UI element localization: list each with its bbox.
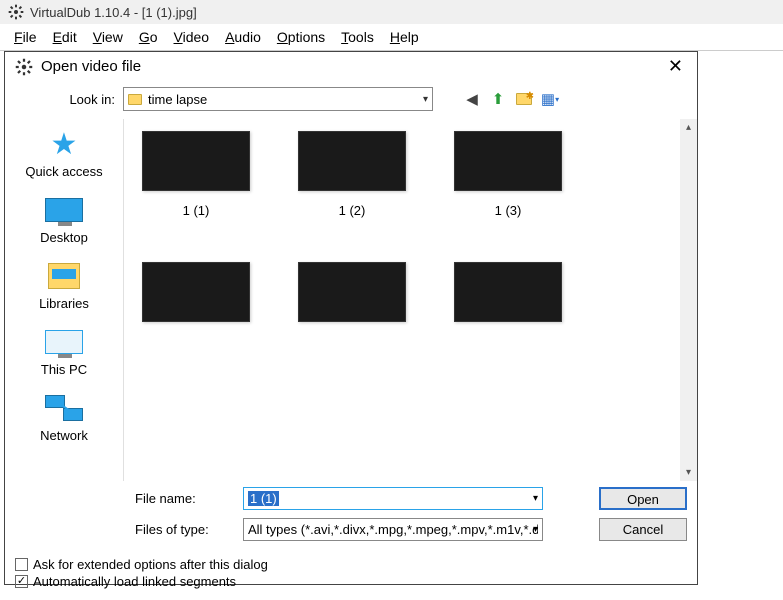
chevron-down-icon: ▾ xyxy=(533,493,538,504)
app-title: VirtualDub 1.10.4 - [1 (1).jpg] xyxy=(30,5,197,20)
network-icon xyxy=(45,395,83,421)
filetype-label: Files of type: xyxy=(135,522,235,537)
menu-file[interactable]: File xyxy=(6,26,45,48)
open-file-dialog: Open video file ✕ Look in: time lapse ▾ … xyxy=(4,51,698,585)
dialog-title: Open video file xyxy=(41,58,141,75)
place-label: This PC xyxy=(41,362,87,377)
place-label: Quick access xyxy=(25,164,102,179)
file-item[interactable]: 1 (1) xyxy=(142,131,250,218)
views-icon[interactable]: ▦▾ xyxy=(541,90,559,108)
file-item[interactable]: 1 (2) xyxy=(298,131,406,218)
menu-edit[interactable]: Edit xyxy=(45,26,85,48)
checkbox-label: Automatically load linked segments xyxy=(33,574,236,589)
filetype-combo[interactable]: All types (*.avi,*.divx,*.mpg,*.mpeg,*.m… xyxy=(243,518,543,541)
filename-value: 1 (1) xyxy=(248,491,279,506)
checkbox-auto-load-segments[interactable]: ✓ Automatically load linked segments xyxy=(15,574,687,589)
dialog-icon xyxy=(15,58,33,76)
chevron-down-icon: ▾ xyxy=(533,524,538,535)
place-desktop[interactable]: Desktop xyxy=(40,193,88,245)
menu-audio[interactable]: Audio xyxy=(217,26,269,48)
file-name: 1 (2) xyxy=(339,203,366,218)
open-button[interactable]: Open xyxy=(599,487,687,510)
app-icon xyxy=(8,4,24,20)
menubar: File Edit View Go Video Audio Options To… xyxy=(0,24,783,51)
menu-options[interactable]: Options xyxy=(269,26,333,48)
checkbox-box xyxy=(15,558,28,571)
folder-icon xyxy=(128,94,142,105)
checkbox-label: Ask for extended options after this dial… xyxy=(33,557,268,572)
menu-go[interactable]: Go xyxy=(131,26,166,48)
thumbnail xyxy=(454,131,562,191)
chevron-down-icon: ▾ xyxy=(423,94,428,105)
libraries-icon xyxy=(48,263,80,289)
thumbnail xyxy=(298,131,406,191)
place-this-pc[interactable]: This PC xyxy=(41,325,87,377)
menu-video[interactable]: Video xyxy=(166,26,218,48)
filename-label: File name: xyxy=(135,491,235,506)
thumbnail xyxy=(298,262,406,322)
checkbox-box: ✓ xyxy=(15,575,28,588)
close-icon[interactable]: ✕ xyxy=(664,56,687,77)
file-list[interactable]: 1 (1) 1 (2) 1 (3) ▴ ▾ xyxy=(123,119,697,481)
new-folder-icon[interactable]: ✱ xyxy=(515,90,533,108)
filename-input[interactable]: 1 (1) ▾ xyxy=(243,487,543,510)
filetype-value: All types (*.avi,*.divx,*.mpg,*.mpeg,*.m… xyxy=(248,522,538,537)
menu-view[interactable]: View xyxy=(85,26,131,48)
place-network[interactable]: Network xyxy=(40,391,88,443)
file-item[interactable] xyxy=(142,262,250,334)
thumbnail xyxy=(142,131,250,191)
titlebar: VirtualDub 1.10.4 - [1 (1).jpg] xyxy=(0,0,783,24)
lookin-value: time lapse xyxy=(148,92,207,107)
back-icon[interactable]: ◀ xyxy=(463,90,481,108)
checkbox-extended-options[interactable]: Ask for extended options after this dial… xyxy=(15,557,687,572)
file-name: 1 (3) xyxy=(495,203,522,218)
scrollbar[interactable]: ▴ ▾ xyxy=(680,119,697,481)
place-label: Libraries xyxy=(39,296,89,311)
file-name: 1 (1) xyxy=(183,203,210,218)
places-bar: ★ Quick access Desktop Libraries This PC… xyxy=(5,119,123,481)
up-icon[interactable]: ⬆ xyxy=(489,90,507,108)
place-quick-access[interactable]: ★ Quick access xyxy=(25,127,102,179)
menu-help[interactable]: Help xyxy=(382,26,427,48)
place-label: Network xyxy=(40,428,88,443)
pc-icon xyxy=(45,330,83,354)
place-label: Desktop xyxy=(40,230,88,245)
file-item[interactable]: 1 (3) xyxy=(454,131,562,218)
scroll-down-icon[interactable]: ▾ xyxy=(680,464,697,481)
monitor-icon xyxy=(45,198,83,222)
cancel-button[interactable]: Cancel xyxy=(599,518,687,541)
dialog-titlebar: Open video file ✕ xyxy=(5,52,697,83)
file-item[interactable] xyxy=(454,262,562,334)
place-libraries[interactable]: Libraries xyxy=(39,259,89,311)
lookin-combo[interactable]: time lapse ▾ xyxy=(123,87,433,111)
file-item[interactable] xyxy=(298,262,406,334)
star-icon: ★ xyxy=(51,127,78,162)
menu-tools[interactable]: Tools xyxy=(333,26,382,48)
thumbnail xyxy=(454,262,562,322)
thumbnail xyxy=(142,262,250,322)
scroll-up-icon[interactable]: ▴ xyxy=(680,119,697,136)
lookin-label: Look in: xyxy=(15,92,115,107)
